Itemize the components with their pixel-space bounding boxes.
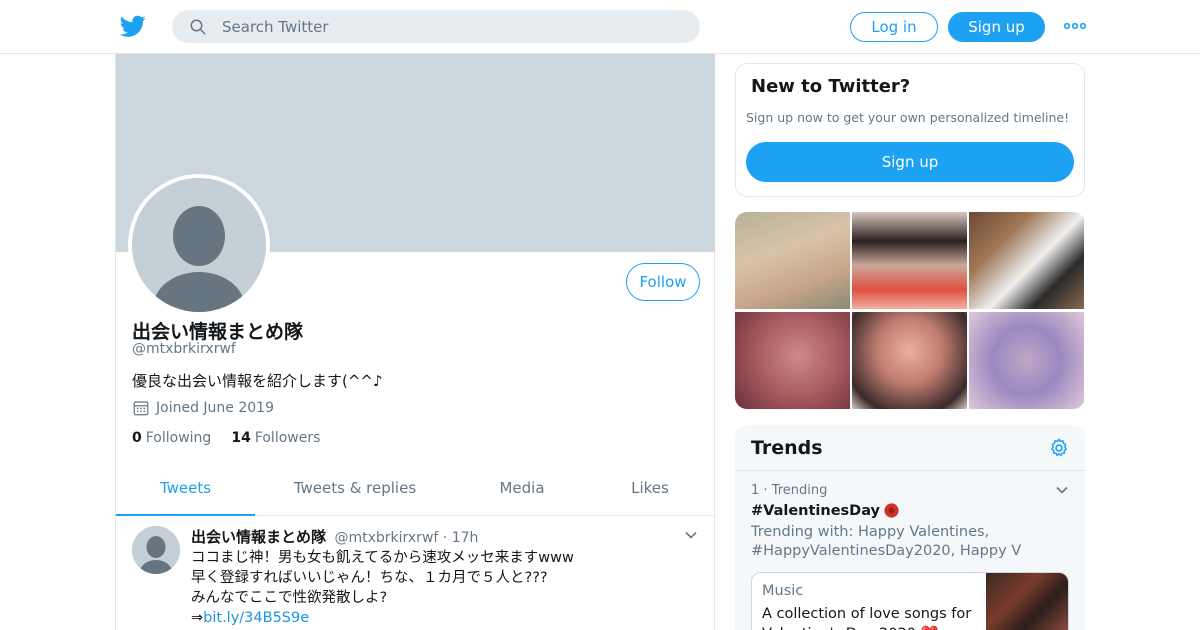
search-icon [190, 19, 206, 35]
joined-text: Joined June 2019 [156, 400, 274, 416]
calendar-icon [133, 401, 149, 416]
top-bar: Log in Sign up [0, 0, 1200, 54]
tweet-author-name[interactable]: 出会い情報まとめ隊 [191, 528, 326, 546]
profile-stats: 0 Following 14 Followers [132, 430, 320, 446]
trends-panel: Trends 1 · Trending #ValentinesDay Trend… [735, 425, 1085, 630]
trend-meta-label: Trending [771, 483, 828, 498]
photo-thumbnail[interactable] [735, 212, 850, 309]
chevron-down-icon[interactable] [1055, 483, 1069, 497]
new-to-twitter-subtitle: Sign up now to get your own personalized… [746, 110, 1070, 125]
tab-tweets[interactable]: Tweets [116, 464, 255, 516]
heart-icon [884, 503, 899, 518]
trend-meta: 1 · Trending [751, 483, 827, 498]
trend-rank: 1 [751, 483, 760, 498]
tab-tweets-and-replies[interactable]: Tweets & replies [276, 464, 434, 516]
trend-hashtag[interactable]: #ValentinesDay [751, 503, 880, 519]
tweet-avatar[interactable] [132, 526, 180, 574]
followers-label: Followers [254, 430, 321, 446]
tweet-time[interactable]: 17h [452, 530, 479, 546]
tweet-link-line: ⇒bit.ly/34B5S9e [191, 608, 574, 628]
photo-thumbnail[interactable] [969, 212, 1084, 309]
profile-tabs: Tweets Tweets & replies Media Likes [116, 464, 715, 516]
follow-button[interactable]: Follow [626, 263, 700, 301]
photo-thumbnail[interactable] [852, 312, 967, 409]
trend-card-category: Music [762, 583, 804, 599]
tweet-author-handle[interactable]: @mtxbrkirxrwf [334, 530, 438, 546]
profile-avatar[interactable] [128, 174, 270, 316]
sidebar-signup-button[interactable]: Sign up [746, 142, 1074, 182]
profile-name: 出会い情報まとめ隊 [132, 321, 304, 343]
gear-icon[interactable] [1048, 437, 1070, 459]
trend-separator: · [763, 483, 768, 498]
photo-thumbnail[interactable] [969, 312, 1084, 409]
trend-card[interactable]: Music A collection of love songs for Val… [751, 572, 1069, 630]
signup-button[interactable]: Sign up [948, 12, 1045, 42]
following-count: 0 [132, 430, 142, 446]
photo-grid [735, 212, 1085, 409]
new-to-twitter-title: New to Twitter? [751, 76, 911, 97]
photo-thumbnail[interactable] [852, 212, 967, 309]
trends-title: Trends [751, 437, 823, 459]
chevron-down-icon[interactable] [684, 528, 698, 542]
following-label: Following [145, 430, 212, 446]
tweet-header: 出会い情報まとめ隊 @mtxbrkirxrwf · 17h [191, 526, 478, 547]
profile-column: Follow 出会い情報まとめ隊 @mtxbrkirxrwf 優良な出会い情報を… [115, 54, 715, 630]
joined-date: Joined June 2019 [132, 399, 274, 417]
tweet[interactable]: 出会い情報まとめ隊 @mtxbrkirxrwf · 17h ココまじ神！男も女も… [116, 516, 715, 630]
followers-count: 14 [231, 430, 251, 446]
default-avatar-icon [132, 526, 180, 574]
tab-likes[interactable]: Likes [606, 464, 694, 516]
tweet-line: みんなでここで性欲発散しよ? [191, 590, 388, 606]
trend-card-text: A collection of love songs for Valentine… [762, 606, 972, 630]
profile-handle[interactable]: @mtxbrkirxrwf [132, 341, 236, 357]
photo-thumbnail[interactable] [735, 312, 850, 409]
search-input[interactable] [222, 10, 682, 43]
new-to-twitter-box: New to Twitter? Sign up now to get your … [735, 63, 1085, 197]
profile-bio: 優良な出会い情報を紹介します(^^♪ [132, 372, 383, 390]
tweet-separator: · [442, 530, 448, 546]
tweet-link[interactable]: bit.ly/34B5S9e [203, 610, 309, 626]
trend-trending-with: Trending with: Happy Valentines, #HappyV… [751, 524, 1022, 559]
more-dots-icon[interactable] [1063, 18, 1087, 34]
trend-item[interactable]: #ValentinesDay [751, 502, 900, 519]
login-button[interactable]: Log in [850, 12, 938, 42]
tweet-text: ココまじ神！男も女も飢えてるから速攻メッセ来ますwww 早く登録すればいいじゃん… [191, 548, 574, 628]
tweet-line: 早く登録すればいいじゃん！ちな、１カ月で５人と??? [191, 570, 548, 586]
link-arrow: ⇒ [191, 610, 204, 626]
followers-link[interactable]: 14 Followers [231, 430, 320, 446]
trends-header: Trends [735, 425, 1085, 471]
twitter-bird-icon[interactable] [120, 13, 146, 39]
trend-card-image [986, 573, 1068, 630]
search-bar[interactable] [172, 10, 700, 43]
default-avatar-icon [132, 178, 266, 312]
tab-media[interactable]: Media [478, 464, 566, 516]
tweet-line: ココまじ神！男も女も飢えてるから速攻メッセ来ますwww [191, 550, 574, 566]
following-link[interactable]: 0 Following [132, 430, 211, 446]
